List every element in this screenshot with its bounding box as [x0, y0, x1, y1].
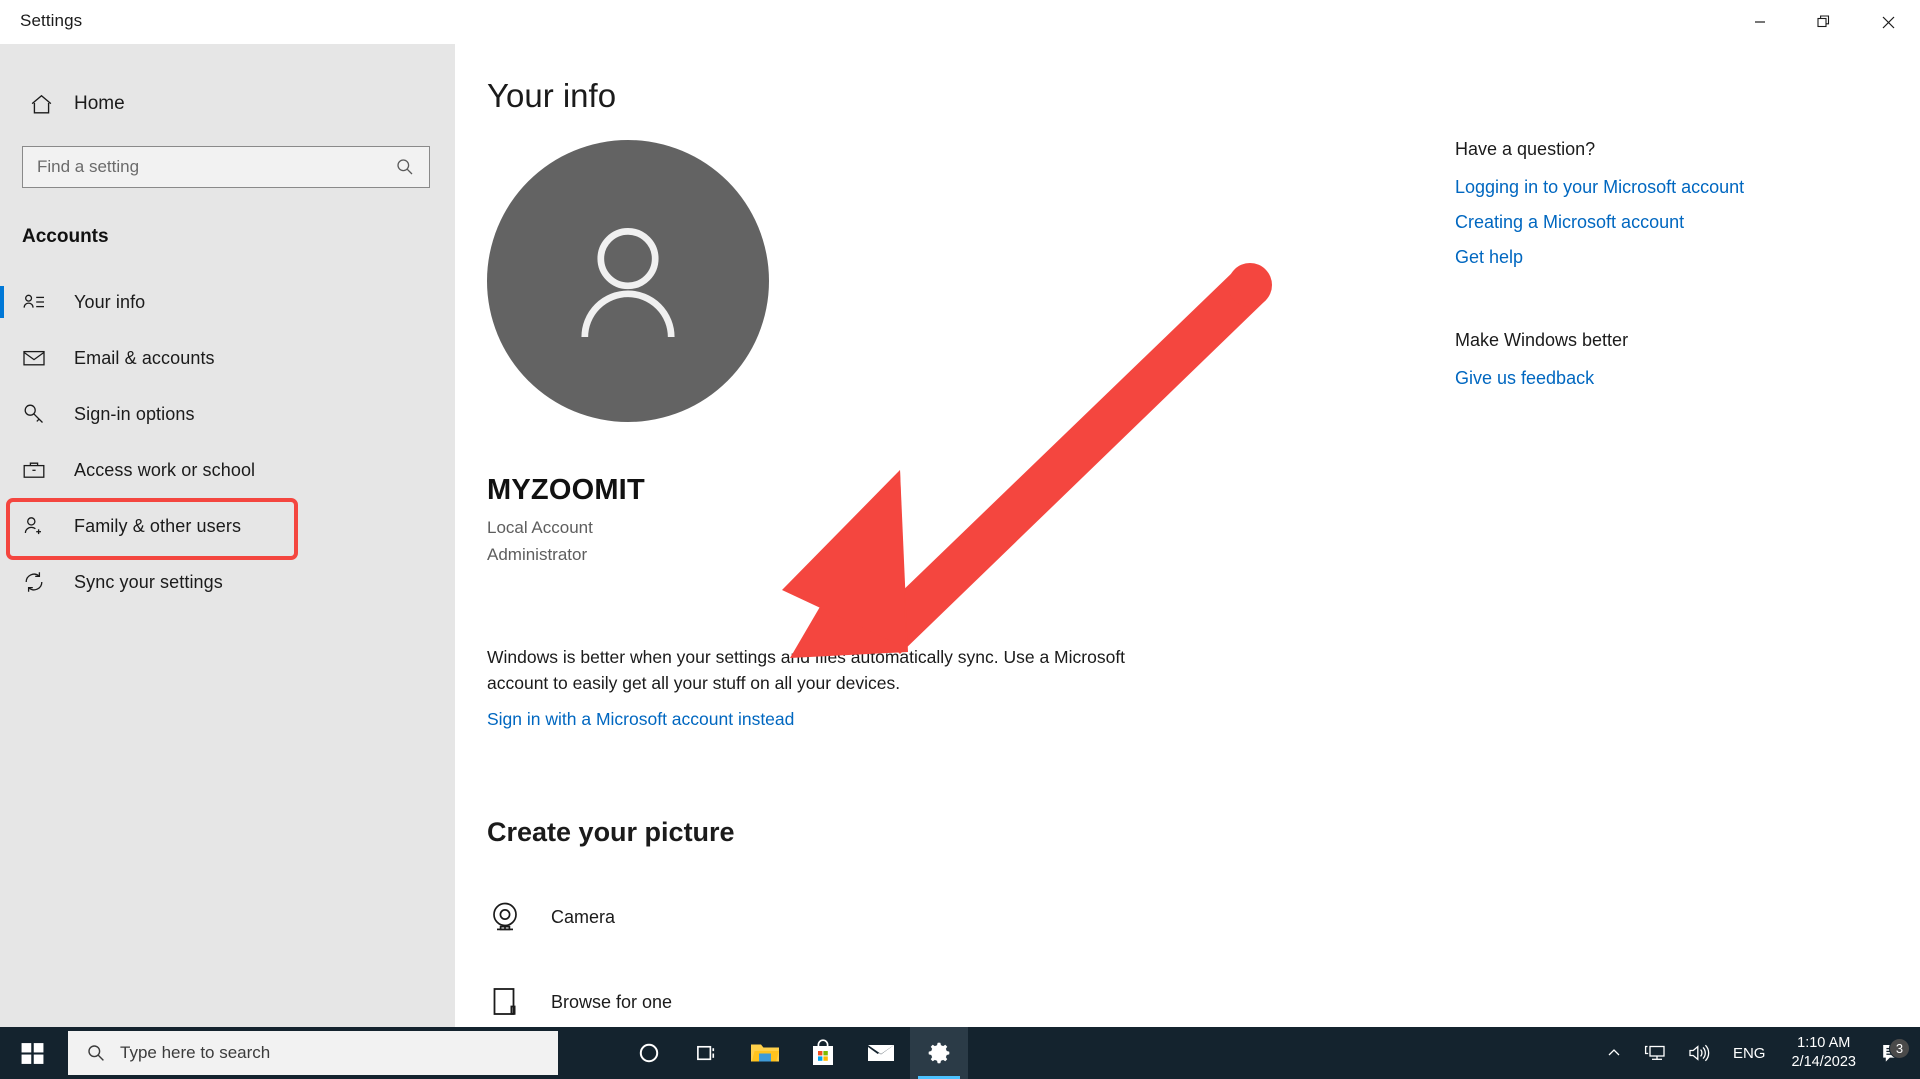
clock[interactable]: 1:10 AM 2/14/2023 — [1777, 1034, 1870, 1072]
sidebar-item-label: Sign-in options — [74, 404, 195, 425]
system-tray: ENG 1:10 AM 2/14/2023 3 — [1595, 1027, 1920, 1079]
give-feedback-link[interactable]: Give us feedback — [1455, 368, 1875, 389]
search-input[interactable] — [23, 147, 373, 187]
file-explorer-icon[interactable] — [736, 1027, 794, 1079]
selection-accent-bar — [0, 342, 4, 374]
account-role: Administrator — [487, 545, 587, 565]
picture-option-label: Browse for one — [551, 992, 672, 1013]
person-add-icon — [22, 514, 60, 538]
window-controls — [1728, 0, 1920, 44]
avatar[interactable] — [487, 140, 769, 422]
sidebar-item-label: Access work or school — [74, 460, 255, 481]
picture-option-camera[interactable]: Camera — [487, 899, 615, 935]
sidebar-section-title: Accounts — [22, 226, 455, 248]
sidebar-item-home[interactable]: Home — [20, 84, 320, 124]
notification-center-button[interactable]: 3 — [1870, 1041, 1920, 1065]
page-title: Your info — [487, 77, 616, 115]
home-label: Home — [74, 93, 125, 115]
clock-date: 2/14/2023 — [1791, 1053, 1856, 1072]
sidebar-item-your-info[interactable]: Your info — [0, 274, 455, 330]
window-title: Settings — [20, 11, 82, 31]
selection-accent-bar — [0, 566, 4, 598]
sidebar-item-signin-options[interactable]: Sign-in options — [0, 386, 455, 442]
sidebar-nav-list: Your info Email & accounts — [0, 274, 455, 610]
close-button[interactable] — [1856, 0, 1920, 44]
selection-accent-bar — [0, 398, 4, 430]
help-link-creating-account[interactable]: Creating a Microsoft account — [1455, 212, 1875, 233]
clock-time: 1:10 AM — [1797, 1034, 1850, 1053]
account-type: Local Account — [487, 518, 593, 538]
search-icon — [395, 157, 415, 182]
sync-icon — [22, 570, 60, 594]
help-link-get-help[interactable]: Get help — [1455, 247, 1875, 268]
sidebar-item-sync-settings[interactable]: Sync your settings — [0, 554, 455, 610]
task-view-icon[interactable] — [678, 1027, 736, 1079]
briefcase-icon — [22, 458, 60, 482]
settings-window: Settings — [0, 0, 1920, 1079]
input-language[interactable]: ENG — [1721, 1045, 1778, 1062]
start-button[interactable] — [0, 1027, 64, 1079]
cortana-icon[interactable] — [620, 1027, 678, 1079]
account-name: MYZOOMIT — [487, 474, 645, 507]
sign-in-microsoft-link[interactable]: Sign in with a Microsoft account instead — [487, 709, 794, 730]
network-icon[interactable] — [1633, 1043, 1677, 1063]
settings-gear-icon[interactable] — [910, 1027, 968, 1079]
taskbar-search-placeholder: Type here to search — [120, 1043, 270, 1063]
taskbar: Type here to search — [0, 1027, 1920, 1079]
sync-description: Windows is better when your settings and… — [487, 644, 1127, 696]
minimize-button[interactable] — [1728, 0, 1792, 44]
sidebar-item-label: Family & other users — [74, 516, 241, 537]
selection-accent-bar — [0, 510, 4, 542]
sidebar: Home Accounts — [0, 0, 455, 1027]
sidebar-item-email-accounts[interactable]: Email & accounts — [0, 330, 455, 386]
title-bar: Settings — [0, 0, 1920, 44]
microsoft-store-icon[interactable] — [794, 1027, 852, 1079]
chevron-up-icon[interactable] — [1595, 1045, 1633, 1061]
restore-button[interactable] — [1792, 0, 1856, 44]
windows-logo-icon — [20, 1041, 45, 1066]
notification-count-badge: 3 — [1889, 1038, 1910, 1059]
sidebar-item-family-other-users[interactable]: Family & other users — [0, 498, 455, 554]
sidebar-item-label: Sync your settings — [74, 572, 223, 593]
picture-option-label: Camera — [551, 907, 615, 928]
search-icon — [86, 1043, 106, 1063]
camera-icon — [487, 899, 541, 935]
selection-accent-bar — [0, 286, 4, 318]
person-avatar-icon — [548, 201, 708, 361]
sidebar-item-label: Your info — [74, 292, 145, 313]
picture-option-browse[interactable]: Browse for one — [487, 984, 672, 1020]
mail-icon[interactable] — [852, 1027, 910, 1079]
taskbar-app-icons — [620, 1027, 968, 1079]
key-icon — [22, 402, 60, 426]
home-icon — [20, 92, 62, 117]
main-content: Your info MYZOOMIT Local Account Adminis… — [455, 44, 1920, 1027]
help-heading: Have a question? — [1455, 139, 1875, 160]
sidebar-item-access-work-school[interactable]: Access work or school — [0, 442, 455, 498]
help-panel: Have a question? Logging in to your Micr… — [1455, 139, 1875, 403]
help-link-logging-in[interactable]: Logging in to your Microsoft account — [1455, 177, 1875, 198]
envelope-icon — [22, 346, 60, 370]
sidebar-item-label: Email & accounts — [74, 348, 215, 369]
feedback-heading: Make Windows better — [1455, 330, 1875, 351]
contact-card-icon — [22, 290, 60, 314]
create-picture-heading: Create your picture — [487, 817, 735, 848]
volume-icon[interactable] — [1677, 1043, 1721, 1063]
taskbar-search-box[interactable]: Type here to search — [68, 1031, 558, 1075]
picture-file-icon — [487, 984, 541, 1020]
selection-accent-bar — [0, 454, 4, 486]
search-setting-box[interactable] — [22, 146, 430, 188]
